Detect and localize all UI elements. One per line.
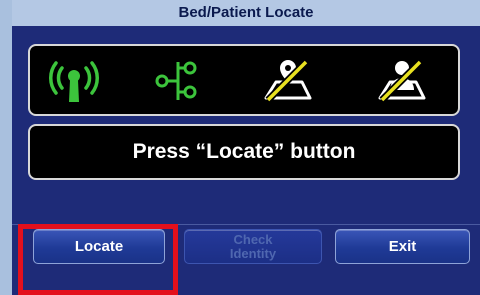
window-title: Bed/Patient Locate (12, 0, 480, 26)
network-connection-icon (155, 61, 197, 100)
status-icons-panel (28, 44, 460, 116)
patient-identity-disabled-icon (378, 59, 426, 103)
exit-button[interactable]: Exit (335, 229, 470, 264)
check-identity-label-line2: Identity (229, 245, 277, 261)
instruction-message: Press “Locate” button (28, 124, 460, 180)
check-identity-label-line1: Check (233, 231, 273, 247)
check-identity-button[interactable]: Check Identity (184, 229, 322, 264)
bed-location-disabled-icon (264, 59, 312, 103)
device-screen: Bed/Patient Locate Press “Locate” button… (0, 0, 480, 295)
wireless-signal-icon (48, 61, 100, 102)
locate-button-highlight (18, 224, 178, 295)
